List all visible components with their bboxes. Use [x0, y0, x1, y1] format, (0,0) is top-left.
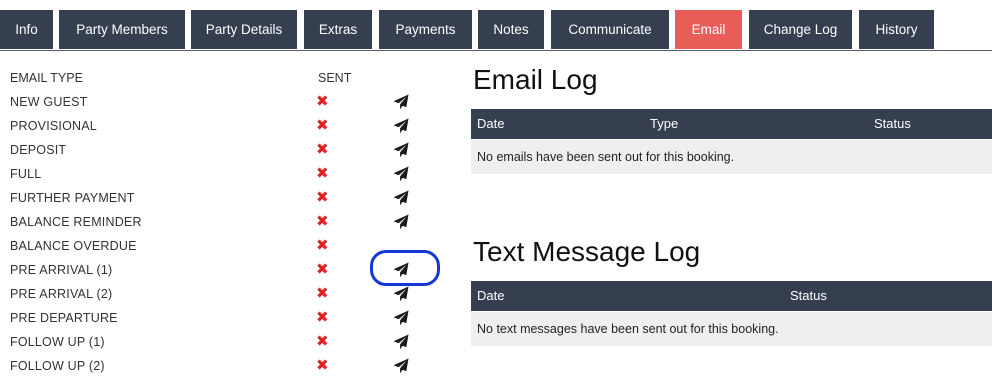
- not-sent-icon: ✖: [316, 333, 329, 350]
- email-type-header: Email Type: [10, 71, 83, 85]
- email-type-label: Pre Arrival (1): [10, 263, 113, 277]
- not-sent-icon: ✖: [316, 141, 329, 158]
- tab-payments[interactable]: Payments: [379, 10, 472, 49]
- email-type-row: Follow Up (1) ✖: [10, 330, 450, 354]
- email-type-row: Pre Departure ✖: [10, 306, 450, 330]
- email-log-header: Date Type Status: [471, 109, 992, 139]
- text-log-col-status: Status: [790, 288, 827, 303]
- email-log-title: Email Log: [473, 64, 598, 95]
- paper-plane-icon[interactable]: [393, 310, 409, 326]
- sent-header: Sent: [318, 71, 352, 85]
- email-type-label: Follow Up (1): [10, 335, 105, 349]
- email-type-row: Deposit ✖: [10, 138, 450, 162]
- paper-plane-icon[interactable]: [393, 190, 409, 206]
- paper-plane-icon[interactable]: [393, 118, 409, 134]
- text-log-empty-message: No text messages have been sent out for …: [477, 322, 779, 336]
- paper-plane-icon[interactable]: [393, 214, 409, 230]
- text-log-header: Date Status: [471, 281, 992, 311]
- email-type-row: Balance Reminder ✖: [10, 210, 450, 234]
- paper-plane-icon[interactable]: [393, 94, 409, 110]
- email-type-label: Balance Overdue: [10, 239, 137, 253]
- email-log-empty-row: No emails have been sent out for this bo…: [471, 140, 992, 174]
- email-type-row: Full ✖: [10, 162, 450, 186]
- tab-change-log[interactable]: Change Log: [749, 10, 852, 49]
- email-log-col-date: Date: [477, 116, 505, 131]
- tab-extras[interactable]: Extras: [304, 10, 372, 49]
- not-sent-icon: ✖: [316, 93, 329, 110]
- email-type-row: Follow Up (2) ✖: [10, 354, 450, 378]
- not-sent-icon: ✖: [316, 357, 329, 374]
- paper-plane-icon[interactable]: [393, 334, 409, 350]
- email-log-col-type: Type: [650, 116, 679, 131]
- email-log-col-status: Status: [874, 116, 911, 131]
- email-type-label: Pre Arrival (2): [10, 287, 113, 301]
- email-type-label: Full: [10, 167, 42, 181]
- text-log-col-date: Date: [477, 288, 505, 303]
- text-log-title: Text Message Log: [473, 236, 701, 267]
- tab-email[interactable]: Email: [675, 10, 742, 49]
- paper-plane-icon[interactable]: [393, 358, 409, 374]
- email-type-label: Balance Reminder: [10, 215, 142, 229]
- paper-plane-icon[interactable]: [393, 286, 409, 302]
- email-type-label: Deposit: [10, 143, 67, 157]
- tab-info[interactable]: Info: [0, 10, 53, 49]
- tab-party-members[interactable]: Party Members: [59, 10, 185, 49]
- not-sent-icon: ✖: [316, 213, 329, 230]
- paper-plane-icon[interactable]: [393, 142, 409, 158]
- not-sent-icon: ✖: [316, 117, 329, 134]
- tab-bar: Info Party Members Party Details Extras …: [0, 10, 992, 51]
- email-type-label: Pre Departure: [10, 311, 118, 325]
- not-sent-icon: ✖: [316, 285, 329, 302]
- not-sent-icon: ✖: [316, 189, 329, 206]
- tab-communicate[interactable]: Communicate: [551, 10, 669, 49]
- email-type-label: Follow Up (2): [10, 359, 105, 373]
- tab-party-details[interactable]: Party Details: [191, 10, 297, 49]
- highlight-circle: [370, 250, 440, 286]
- tab-history[interactable]: History: [859, 10, 934, 49]
- text-log-empty-row: No text messages have been sent out for …: [471, 312, 992, 346]
- paper-plane-icon[interactable]: [393, 166, 409, 182]
- tab-notes[interactable]: Notes: [478, 10, 544, 49]
- not-sent-icon: ✖: [316, 237, 329, 254]
- email-type-label: Further Payment: [10, 191, 135, 205]
- email-log-empty-message: No emails have been sent out for this bo…: [477, 150, 735, 164]
- email-type-row: Provisional ✖: [10, 114, 450, 138]
- not-sent-icon: ✖: [316, 261, 329, 278]
- not-sent-icon: ✖: [316, 165, 329, 182]
- not-sent-icon: ✖: [316, 309, 329, 326]
- email-type-label: New Guest: [10, 95, 88, 109]
- email-type-row: New Guest ✖: [10, 90, 450, 114]
- email-type-row: Further Payment ✖: [10, 186, 450, 210]
- email-type-label: Provisional: [10, 119, 97, 133]
